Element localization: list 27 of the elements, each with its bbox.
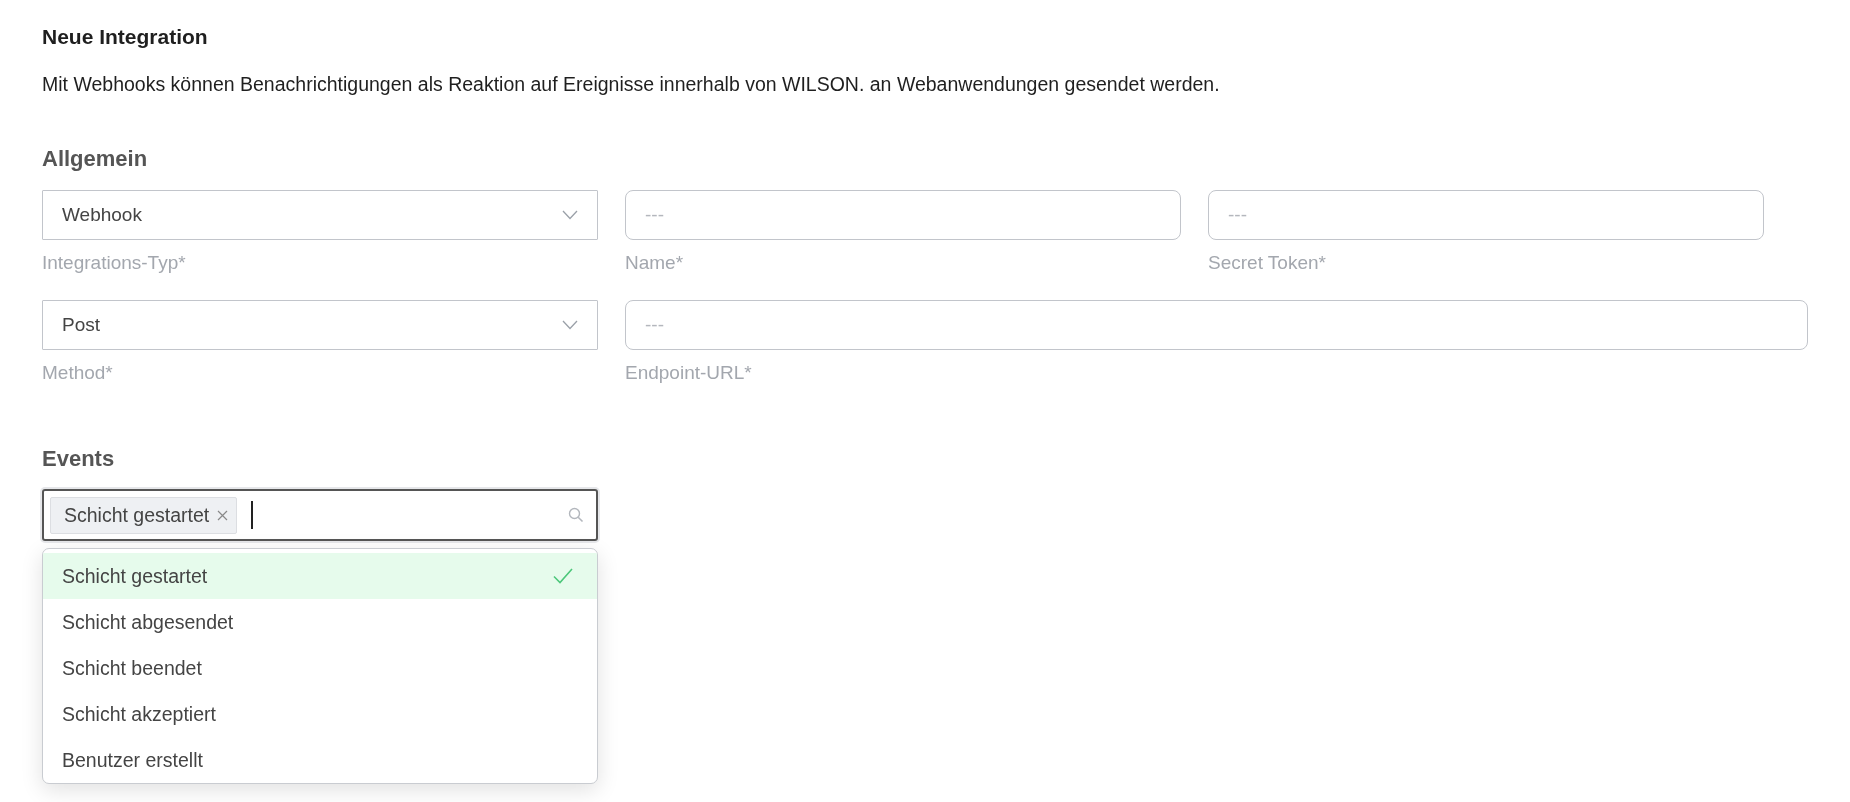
field-label: Secret Token*	[1208, 252, 1327, 274]
field-label: Method*	[42, 362, 114, 384]
dropdown-option[interactable]: Schicht beendet	[43, 645, 597, 691]
page-title: Neue Integration	[42, 25, 209, 49]
field-label: Endpoint-URL*	[625, 362, 753, 384]
field-label: Integrations-Typ*	[42, 252, 187, 274]
section-heading: Events	[42, 446, 116, 472]
dropdown-option[interactable]: Schicht gestartet	[43, 553, 597, 599]
chevron-down-icon	[562, 210, 578, 220]
search-icon	[568, 507, 584, 523]
dropdown-option[interactable]: Schicht akzeptiert	[43, 691, 597, 737]
dropdown-option[interactable]: Benutzer erstellt	[43, 737, 597, 783]
section-heading: Allgemein	[42, 146, 149, 172]
chevron-down-icon	[562, 320, 578, 330]
select-field[interactable]: Webhook	[42, 190, 598, 240]
input-field[interactable]: ---	[1208, 190, 1764, 240]
checkmark-icon	[553, 568, 573, 584]
dropdown-option[interactable]: Schicht abgesendet	[43, 599, 597, 645]
input-field[interactable]: ---	[625, 190, 1181, 240]
description-text: Mit Webhooks können Benachrichtigungen als Reaktion auf Ereignisse innerhalb von WILSON. an Webanwendungen gesendet werden.	[42, 73, 1221, 96]
select-field[interactable]: Post	[42, 300, 598, 350]
event-search-field[interactable]: Schicht gestartet	[42, 489, 598, 541]
tag-label: Schicht gestartet	[64, 503, 210, 527]
field-label: Name*	[625, 252, 685, 274]
text-cursor	[251, 501, 254, 529]
remove-icon[interactable]	[217, 509, 229, 521]
input-field[interactable]: ---	[625, 300, 1808, 350]
